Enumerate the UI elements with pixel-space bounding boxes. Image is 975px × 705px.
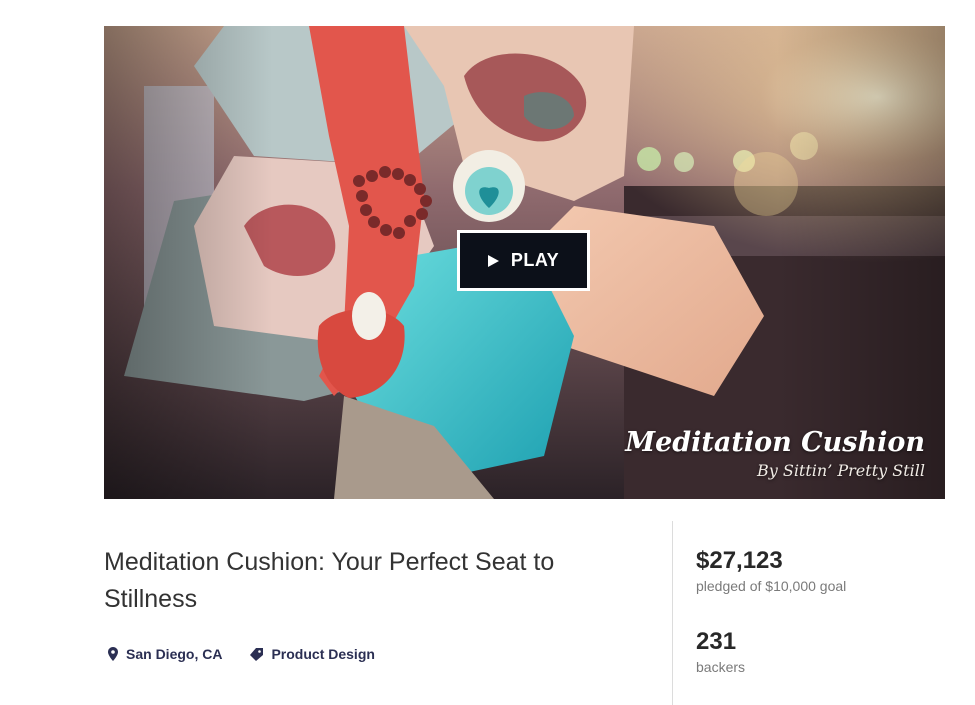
map-pin-icon: [108, 647, 118, 661]
stats-divider: [672, 521, 673, 705]
category-link[interactable]: Product Design: [250, 646, 375, 662]
project-video[interactable]: PLAY Meditation Cushion By Sittin’ Prett…: [104, 26, 945, 499]
backers-count: 231: [696, 628, 737, 655]
play-button[interactable]: PLAY: [457, 230, 590, 291]
pledged-stat: $27,123 pledged of $10,000 goal: [696, 546, 846, 596]
backers-label: backers: [696, 659, 746, 675]
project-title: Meditation Cushion: Your Perfect Seat to…: [104, 548, 555, 613]
tag-icon: [250, 647, 264, 661]
project-meta: San Diego, CA Product Design: [108, 646, 375, 662]
play-button-label: PLAY: [510, 250, 560, 270]
pledged-goal-label: pledged of $10,000 goal: [696, 578, 847, 594]
location-link[interactable]: San Diego, CA: [108, 646, 222, 662]
backers-stat: 231 backers: [696, 627, 745, 677]
category-label: Product Design: [271, 646, 375, 662]
overlay-subtitle-text: By Sittin’ Pretty Still: [756, 461, 925, 480]
pledged-amount: $27,123: [696, 547, 783, 574]
location-label: San Diego, CA: [126, 646, 223, 662]
overlay-title-text: Meditation Cushion: [625, 427, 925, 458]
video-overlay-title: Meditation Cushion By Sittin’ Pretty Sti…: [625, 426, 925, 482]
play-icon: [487, 254, 499, 267]
